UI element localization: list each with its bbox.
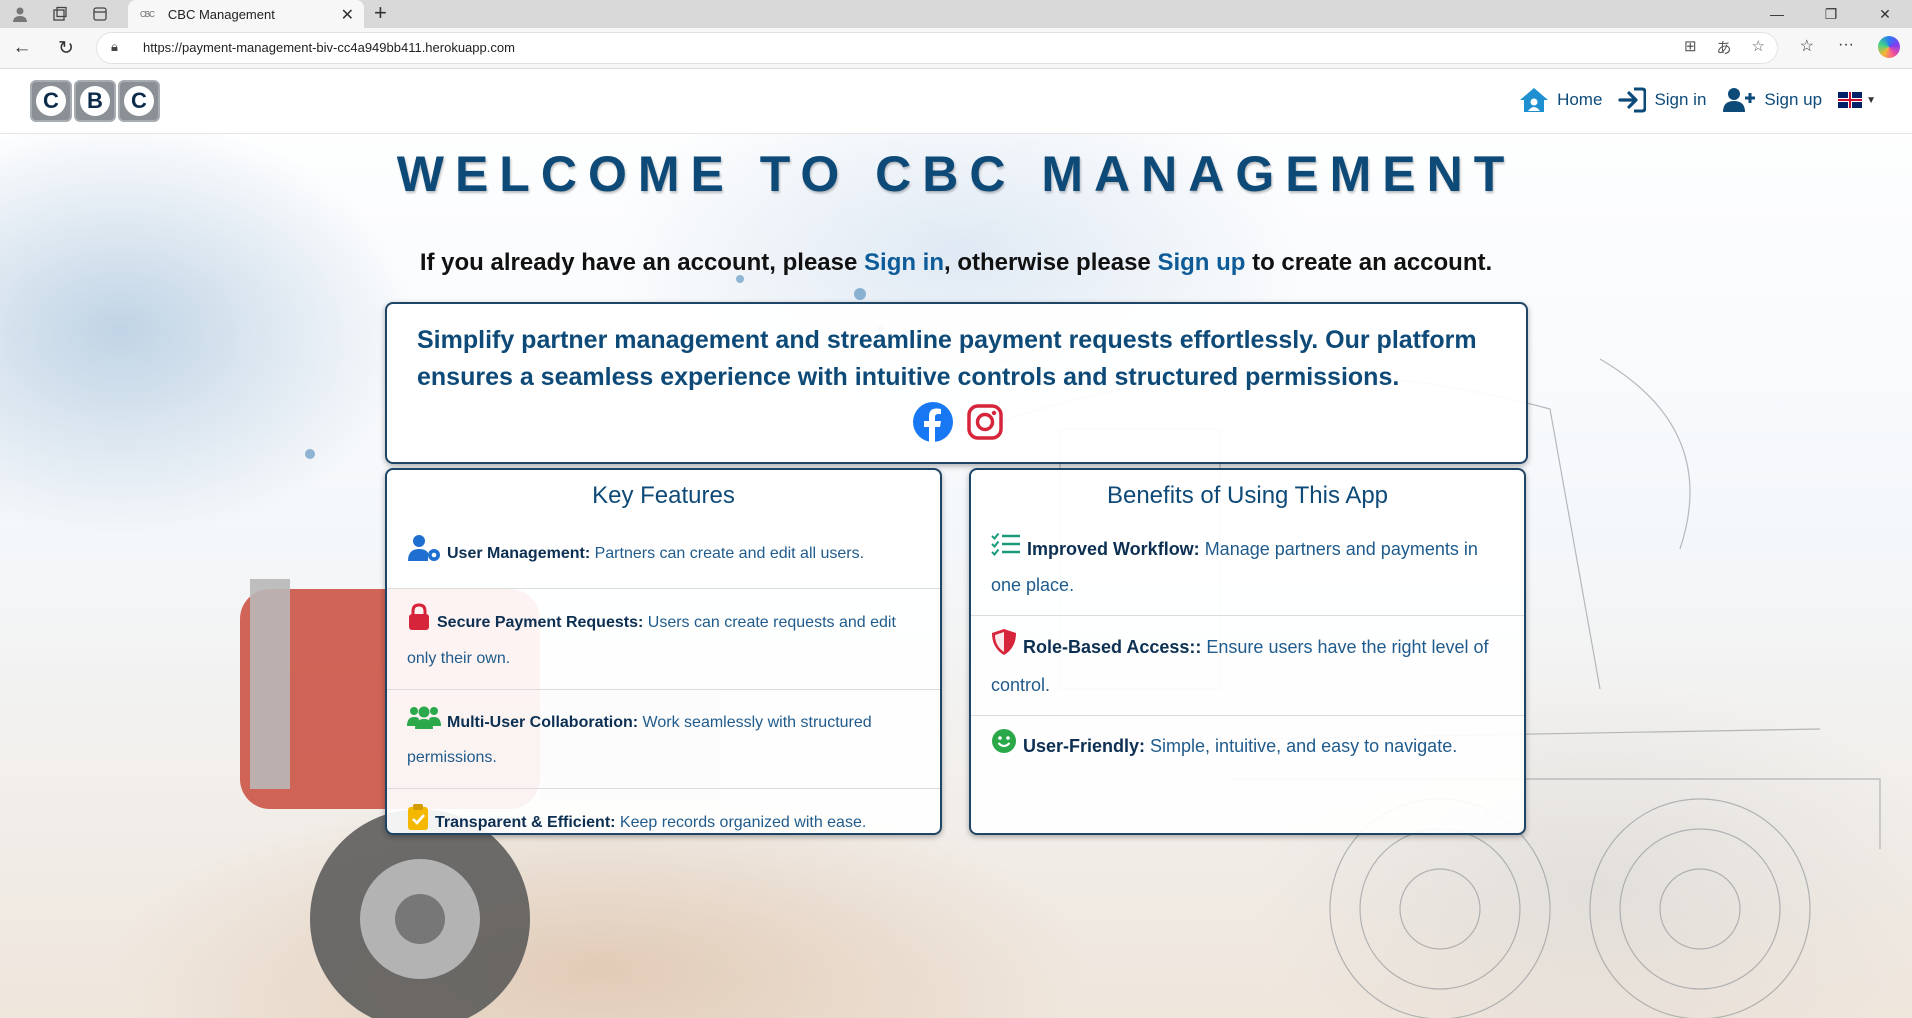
list-item: User-Friendly: Simple, intuitive, and ea…	[971, 716, 1524, 778]
restore-icon[interactable]: ❐	[1804, 0, 1858, 28]
intro-panel: Simplify partner management and streamli…	[385, 302, 1528, 464]
profile-icon[interactable]	[0, 0, 40, 28]
user-plus-icon	[1722, 87, 1756, 113]
language-selector[interactable]: ▼	[1838, 92, 1876, 108]
read-aloud-icon[interactable]: あ	[1717, 37, 1732, 58]
list-item: Role-Based Access:: Ensure users have th…	[971, 616, 1524, 717]
benefits-list: Improved Workflow: Manage partners and p…	[971, 520, 1524, 778]
inline-signin-link[interactable]: Sign in	[864, 249, 944, 276]
list-item: Transparent & Efficient: Keep records or…	[387, 789, 940, 857]
new-tab-icon[interactable]: +	[374, 0, 387, 28]
key-features-panel: Key Features User Management: Partners c…	[385, 468, 942, 835]
uk-flag-icon	[1838, 92, 1863, 108]
address-bar: ← ↻ 🔒︎ https://payment-management-biv-cc…	[0, 28, 1912, 69]
feature-title: Multi-User Collaboration:	[447, 714, 639, 732]
logo-letter: B	[80, 86, 110, 116]
nav-signup-link[interactable]: Sign up	[1722, 87, 1822, 113]
feature-title: Transparent & Efficient:	[435, 814, 616, 832]
browser-tab-bar: CBC CBC Management ✕ + — ❐ ✕	[0, 0, 1912, 28]
benefit-title: Improved Workflow:	[1027, 539, 1200, 559]
logo-letter: C	[124, 86, 154, 116]
window-controls: — ❐ ✕	[1750, 0, 1912, 28]
clipboard-check-icon	[407, 803, 429, 843]
auth-prompt-text: , otherwise please	[944, 249, 1158, 276]
auth-prompt-text: to create an account.	[1245, 249, 1493, 276]
logo-letter-tile: C	[30, 80, 72, 122]
list-item: Improved Workflow: Manage partners and p…	[971, 520, 1524, 617]
favorites-icon[interactable]: ☆	[1800, 36, 1814, 58]
feature-text: Partners can create and edit all users.	[590, 545, 865, 563]
key-features-heading: Key Features	[592, 482, 735, 509]
cbc-logo[interactable]: C B C	[30, 80, 160, 122]
nav-signin-label: Sign in	[1654, 90, 1707, 109]
nav-home-label: Home	[1557, 90, 1603, 109]
facebook-icon[interactable]	[912, 401, 954, 448]
chevron-down-icon: ▼	[1866, 94, 1876, 106]
tab-actions-icon[interactable]	[80, 0, 120, 28]
feature-title: Secure Payment Requests:	[437, 614, 644, 632]
tab-title: CBC Management	[167, 6, 275, 22]
nav-signin-link[interactable]: Sign in	[1618, 87, 1706, 113]
benefit-title: Role-Based Access::	[1023, 637, 1202, 657]
user-gear-icon	[407, 534, 441, 574]
auth-prompt: If you already have an account, please S…	[0, 249, 1912, 277]
url-field[interactable]: 🔒︎ https://payment-management-biv-cc4a94…	[96, 32, 1778, 64]
inline-signup-link[interactable]: Sign up	[1157, 249, 1245, 276]
shield-icon	[991, 628, 1017, 668]
nav-signup-label: Sign up	[1764, 90, 1823, 109]
page-body: C B C Home Sign in Sign up ▼ WELCOME TO …	[0, 69, 1912, 1018]
page-title: WELCOME TO CBC MANAGEMENT	[396, 146, 1516, 202]
close-window-icon[interactable]: ✕	[1858, 0, 1912, 28]
instagram-icon[interactable]	[964, 401, 1006, 448]
benefits-panel: Benefits of Using This App Improved Work…	[969, 468, 1526, 835]
app-available-icon[interactable]: ⊞	[1684, 37, 1697, 58]
smile-icon	[991, 728, 1017, 766]
auth-prompt-text: If you already have an account, please	[419, 249, 865, 276]
social-links	[912, 401, 1006, 448]
logo-letter: C	[36, 86, 66, 116]
logo-letter-tile: C	[118, 80, 160, 122]
lock-icon	[407, 603, 431, 643]
browser-tab[interactable]: CBC CBC Management ✕	[128, 0, 364, 28]
list-check-icon	[991, 532, 1021, 568]
nav-home-link[interactable]: Home	[1519, 87, 1602, 113]
benefits-heading: Benefits of Using This App	[1106, 482, 1389, 509]
list-item: Multi-User Collaboration: Work seamlessl…	[387, 690, 940, 789]
back-icon[interactable]: ←	[8, 34, 36, 62]
minimize-icon[interactable]: —	[1750, 0, 1804, 28]
tab-favicon: CBC	[140, 9, 155, 19]
house-icon	[1519, 87, 1549, 113]
benefit-title: User-Friendly:	[1023, 736, 1146, 756]
list-item: User Management: Partners can create and…	[387, 520, 940, 589]
close-tab-icon[interactable]: ✕	[341, 5, 354, 25]
sign-in-icon	[1618, 87, 1647, 113]
more-menu-icon[interactable]: ···	[1838, 36, 1854, 58]
top-navbar: C B C Home Sign in Sign up ▼	[0, 69, 1912, 134]
features-list: User Management: Partners can create and…	[387, 520, 940, 857]
feature-text: Keep records organized with ease.	[615, 814, 867, 832]
favorite-star-icon[interactable]: ☆	[1752, 37, 1765, 58]
logo-letter-tile: B	[74, 80, 116, 122]
benefit-text: Simple, intuitive, and easy to navigate.	[1145, 736, 1458, 756]
feature-title: User Management:	[447, 545, 591, 563]
copilot-icon[interactable]	[1878, 36, 1900, 58]
list-item: Secure Payment Requests: Users can creat…	[387, 589, 940, 690]
refresh-icon[interactable]: ↻	[52, 34, 80, 62]
site-info-icon[interactable]: 🔒︎	[111, 39, 118, 55]
workspaces-icon[interactable]	[40, 0, 80, 28]
users-icon	[407, 704, 441, 742]
intro-text: Simplify partner management and streamli…	[417, 326, 1477, 391]
url-text: https://payment-management-biv-cc4a949bb…	[143, 40, 515, 55]
